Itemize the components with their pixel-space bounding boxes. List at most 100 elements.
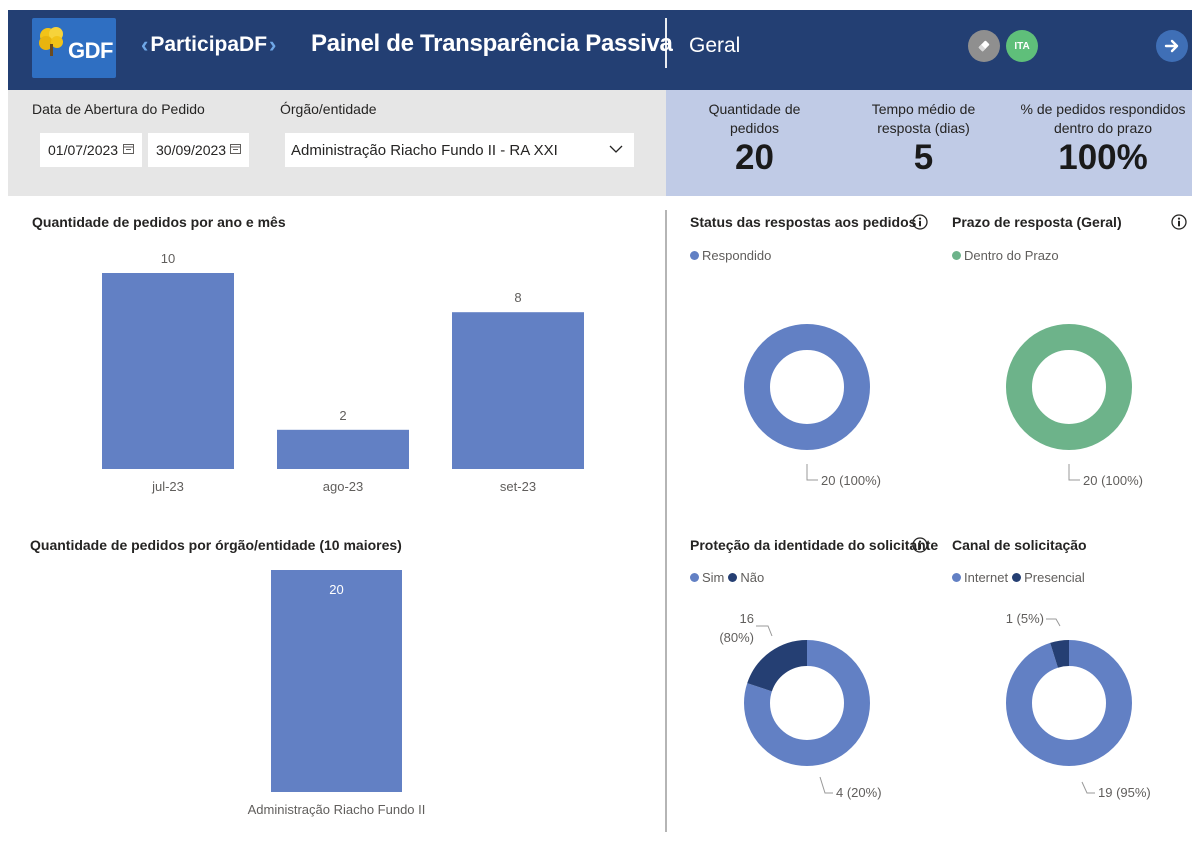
info-icon[interactable] xyxy=(912,214,928,230)
chart-title-por-mes: Quantidade de pedidos por ano e mês xyxy=(32,214,286,230)
arrow-right-icon xyxy=(1164,39,1179,53)
data-label: 20 xyxy=(329,582,343,597)
chevron-right-icon: › xyxy=(269,32,277,57)
slice-internet[interactable] xyxy=(1006,640,1132,766)
data-label: 19 (95%) xyxy=(1098,785,1151,800)
user-avatar-button[interactable]: ITA xyxy=(1006,30,1038,62)
x-tick-label: jul-23 xyxy=(151,479,184,494)
clear-filters-button[interactable] xyxy=(968,30,1000,62)
leader-line xyxy=(1081,781,1095,794)
legend-label: Respondido xyxy=(702,248,772,263)
chart-title-prazo: Prazo de resposta (Geral) xyxy=(952,214,1122,230)
kpi-label: % de pedidos respondidos xyxy=(1020,101,1186,117)
kpi-label: Quantidade de xyxy=(708,101,801,117)
donut-chart-status[interactable]: 20 (100%) xyxy=(690,270,930,500)
panel-divider xyxy=(665,210,667,832)
kpi-percentual-prazo: % de pedidos respondidos dentro do prazo… xyxy=(1018,100,1188,178)
gdf-logo[interactable]: GDF xyxy=(32,18,116,78)
legend-item[interactable]: Internet xyxy=(952,570,1008,585)
legend-item[interactable]: Sim xyxy=(690,570,724,585)
calendar-icon[interactable] xyxy=(230,143,241,154)
x-tick-label: ago-23 xyxy=(323,479,363,494)
legend-label: Sim xyxy=(702,570,725,585)
legend-item[interactable]: Dentro do Prazo xyxy=(952,248,1059,263)
legend-dot xyxy=(690,573,699,582)
section-title: Geral xyxy=(689,34,741,57)
data-label: 4 (20%) xyxy=(836,785,882,800)
ipe-tree-icon xyxy=(39,27,63,56)
chevron-down-icon[interactable] xyxy=(608,143,624,155)
org-select-value: Administração Riacho Fundo II - RA XXI xyxy=(291,141,558,159)
donut-chart-canal[interactable]: 1 (5%) 19 (95%) xyxy=(952,592,1192,822)
slice-respondido[interactable] xyxy=(744,324,870,450)
legend-label: Internet xyxy=(964,570,1009,585)
date-end-input[interactable]: 30/09/2023 xyxy=(148,133,249,167)
legend-dot xyxy=(952,573,961,582)
chart-title-identidade: Proteção da identidade do solicitante xyxy=(690,537,939,553)
leader-line xyxy=(756,625,773,637)
bar-set-23[interactable] xyxy=(452,312,584,469)
data-label: 8 xyxy=(514,290,521,305)
legend-item[interactable]: Respondido xyxy=(690,248,771,263)
data-label: 20 (100%) xyxy=(821,473,881,488)
date-start-input[interactable]: 01/07/2023 xyxy=(40,133,142,167)
page-title: Painel de Transparência Passiva xyxy=(311,30,673,57)
bar-ago-23[interactable] xyxy=(277,429,409,469)
kpi-label: pedidos xyxy=(729,120,780,136)
leader-line xyxy=(806,464,818,481)
info-icon[interactable] xyxy=(912,537,928,553)
info-icon[interactable] xyxy=(1171,214,1187,230)
donut-chart-prazo[interactable]: 20 (100%) xyxy=(952,270,1192,500)
next-page-button[interactable] xyxy=(1156,30,1188,62)
participadf-brand[interactable]: ‹ ParticipaDF › xyxy=(141,32,276,58)
header-divider xyxy=(665,18,667,68)
header-bar: GDF ‹ ParticipaDF › Painel de Transparên… xyxy=(8,10,1192,90)
legend-dot xyxy=(952,251,961,260)
org-select[interactable]: Administração Riacho Fundo II - RA XXI xyxy=(285,133,634,167)
data-label: 1 (5%) xyxy=(1006,611,1044,626)
kpi-quantidade: Quantidade de pedidos 20 xyxy=(682,100,827,178)
date-start-value: 01/07/2023 xyxy=(48,142,119,158)
legend-dot xyxy=(1012,573,1022,582)
legend-dot xyxy=(728,573,738,582)
logo-text: GDF xyxy=(68,38,113,63)
chart-title-canal: Canal de solicitação xyxy=(952,537,1087,553)
legend-prazo: Dentro do Prazo xyxy=(952,248,1063,263)
legend-canal: Internet Presencial xyxy=(952,570,1089,585)
legend-item[interactable]: Presencial xyxy=(1012,570,1085,585)
bar-chart-por-mes[interactable]: 10 jul-23 2 ago-23 8 set-23 xyxy=(30,240,650,500)
kpi-label: dentro do prazo xyxy=(1053,120,1153,136)
bar-chart-por-orgao[interactable]: 20 Administração Riacho Fundo II xyxy=(30,560,650,825)
kpi-value: 100% xyxy=(1058,138,1148,177)
legend-label: Presencial xyxy=(1024,570,1085,585)
kpi-tempo-medio: Tempo médio de resposta (dias) 5 xyxy=(851,100,996,178)
legend-label: Não xyxy=(740,570,765,585)
legend-status: Respondido xyxy=(690,248,775,263)
legend-item[interactable]: Não xyxy=(728,570,764,585)
legend-identidade: Sim Não xyxy=(690,570,768,585)
data-label: 10 xyxy=(161,251,175,266)
x-tick-label: Administração Riacho Fundo II xyxy=(248,802,426,817)
data-label: 2 xyxy=(339,408,346,423)
bar-Administração Riacho Fundo II[interactable] xyxy=(271,570,402,792)
leader-line xyxy=(1068,464,1080,481)
org-filter-label: Órgão/entidade xyxy=(280,101,377,117)
kpi-label: Tempo médio de xyxy=(871,101,976,117)
slice-dentro-do-prazo[interactable] xyxy=(1006,324,1132,450)
data-label: 20 (100%) xyxy=(1083,473,1143,488)
chevron-left-icon: ‹ xyxy=(141,32,149,57)
date-filter-label: Data de Abertura do Pedido xyxy=(32,101,205,117)
legend-label: Dentro do Prazo xyxy=(964,248,1059,263)
leader-line xyxy=(1046,618,1061,627)
data-label: (80%) xyxy=(719,630,754,645)
bar-jul-23[interactable] xyxy=(102,273,234,469)
chart-title-status: Status das respostas aos pedidos xyxy=(690,214,917,230)
calendar-icon[interactable] xyxy=(123,143,134,154)
brand-text: ParticipaDF xyxy=(150,33,268,56)
donut-chart-identidade[interactable]: 16 (80%) 4 (20%) xyxy=(690,592,930,822)
kpi-label: resposta (dias) xyxy=(877,120,970,136)
data-label: 16 xyxy=(740,611,754,626)
eraser-icon xyxy=(978,40,990,52)
kpi-value: 5 xyxy=(913,138,934,177)
filter-panel: Data de Abertura do Pedido 01/07/2023 30… xyxy=(8,90,666,196)
